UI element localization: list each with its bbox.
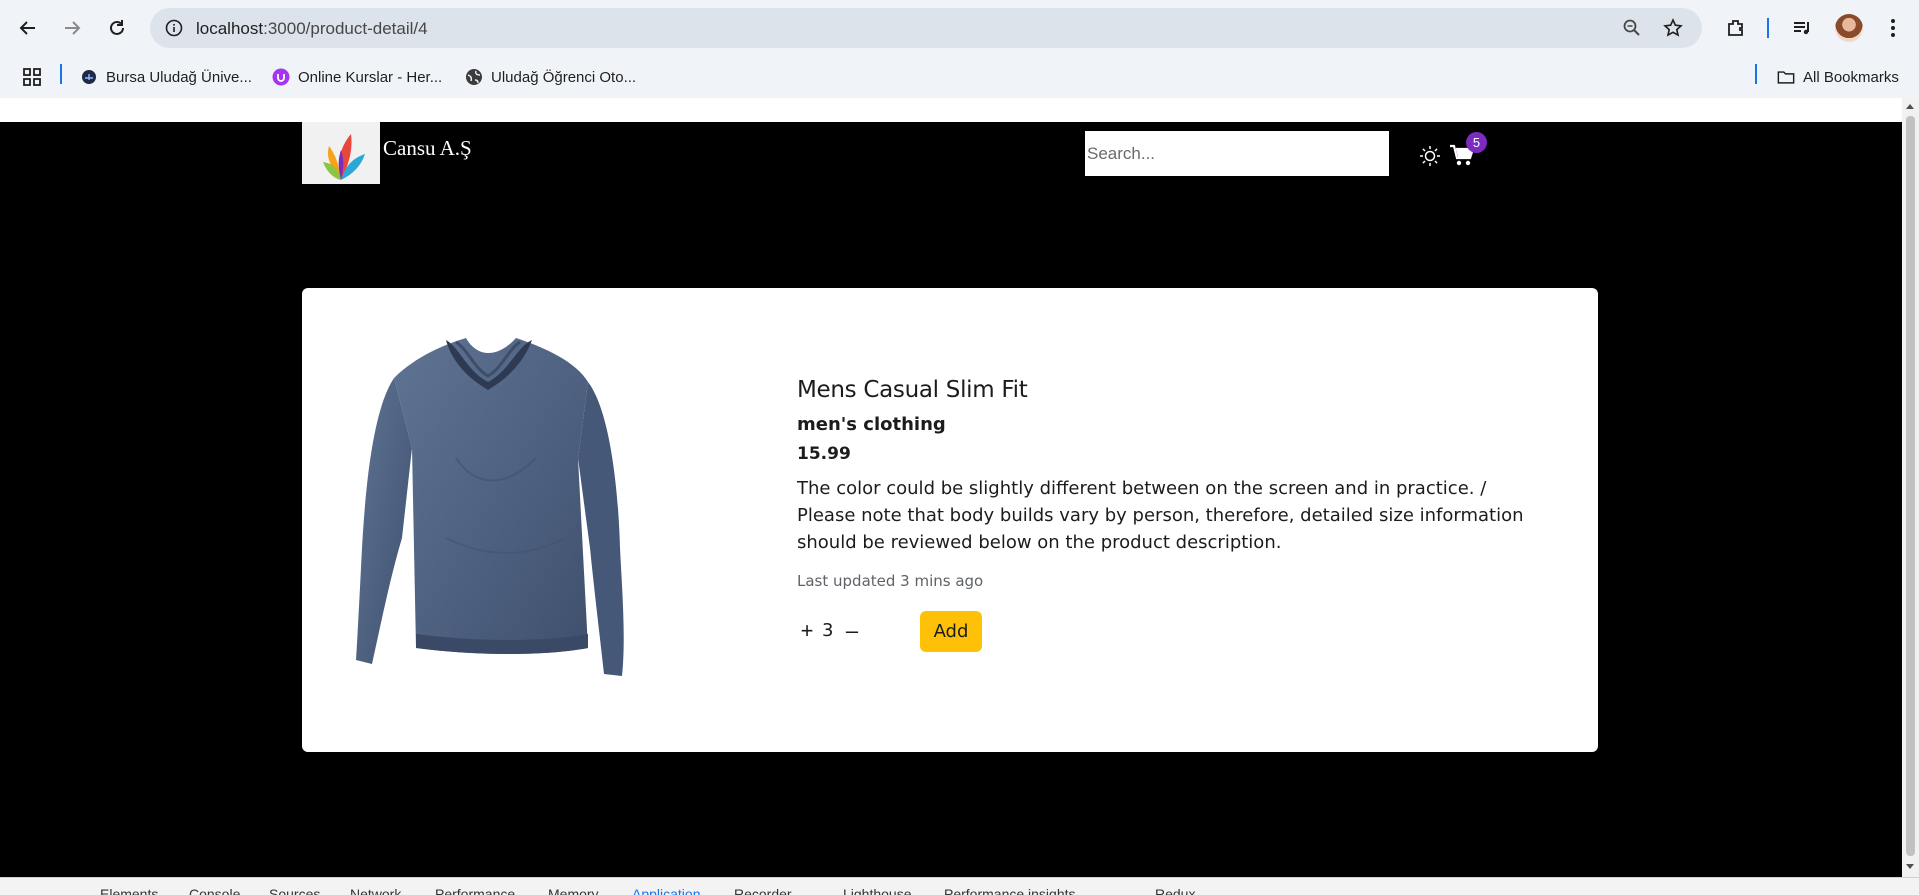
decrease-quantity-button[interactable]: – (842, 618, 862, 644)
back-arrow-icon[interactable] (12, 12, 44, 44)
bookmark-item[interactable]: Online Kurslar - Her... (272, 66, 442, 88)
devtools-tab[interactable]: Console (189, 886, 240, 895)
product-image (356, 338, 626, 676)
product-description: The color could be slightly different be… (797, 478, 1524, 553)
address-bar[interactable]: localhost:3000/product-detail/4 (150, 8, 1702, 48)
browser-toolbar: localhost:3000/product-detail/4 (0, 0, 1919, 56)
quantity-value: 3 (822, 620, 834, 641)
bookmark-star-icon[interactable] (1661, 16, 1685, 40)
zoom-icon[interactable] (1620, 16, 1644, 40)
extensions-icon[interactable] (1722, 14, 1750, 42)
bookmarks-bar: Bursa Uludağ Ünive... Online Kurslar - H… (0, 56, 1919, 98)
bookmark-item[interactable]: Bursa Uludağ Ünive... (80, 66, 252, 88)
bookmark-label: Online Kurslar - Her... (298, 68, 443, 86)
all-bookmarks-label: All Bookmarks (1803, 68, 1899, 86)
url-text: localhost:3000/product-detail/4 (196, 19, 428, 39)
bookmark-label: Uludağ Öğrenci Oto... (491, 68, 637, 86)
site-info-icon[interactable] (164, 18, 184, 38)
globe-dark-icon (80, 68, 98, 86)
udemy-icon (272, 68, 290, 86)
devtools-tab[interactable]: Elements (100, 886, 158, 895)
forward-arrow-icon[interactable] (56, 12, 88, 44)
devtools-tab[interactable]: Redux (1155, 886, 1195, 895)
devtools-tab[interactable]: Memory (548, 886, 599, 895)
scroll-thumb[interactable] (1906, 116, 1915, 856)
menu-kebab-icon[interactable] (1879, 14, 1907, 42)
folder-icon (1777, 68, 1795, 86)
devtools-tab-active[interactable]: Application (632, 886, 701, 895)
increase-quantity-button[interactable]: + (797, 618, 817, 644)
page-scrollbar[interactable] (1902, 98, 1919, 877)
devtools-tab[interactable]: Performance insights (944, 886, 1076, 895)
devtools-tab[interactable]: Recorder (734, 886, 792, 895)
all-bookmarks-button[interactable]: All Bookmarks (1777, 66, 1899, 88)
reload-icon[interactable] (101, 12, 133, 44)
scroll-up-arrow-icon[interactable] (1906, 104, 1914, 109)
url-path: :3000/product-detail/4 (263, 19, 428, 38)
product-category: men's clothing (797, 414, 946, 435)
site-logo[interactable] (302, 122, 380, 184)
last-updated-text: Last updated 3 mins ago (797, 572, 984, 590)
sun-theme-icon[interactable] (1418, 144, 1442, 168)
add-to-cart-button[interactable]: Add (920, 611, 982, 652)
bookmark-divider (1755, 64, 1757, 84)
url-host: localhost (196, 19, 264, 38)
devtools-panel: Elements Console Sources Network Perform… (0, 877, 1919, 895)
profile-avatar[interactable] (1835, 14, 1863, 42)
page-viewport: Cansu A.Ş 5 (0, 98, 1902, 877)
devtools-tab[interactable]: Lighthouse (843, 886, 912, 895)
globe-icon (465, 68, 483, 86)
bookmark-divider (60, 64, 62, 84)
brand-name[interactable]: Cansu A.Ş (383, 136, 472, 161)
cart-count-badge: 5 (1466, 132, 1487, 153)
product-card: Mens Casual Slim Fit men's clothing 15.9… (302, 288, 1598, 752)
bookmark-item[interactable]: Uludağ Öğrenci Oto... (465, 66, 636, 88)
devtools-tab[interactable]: Performance (435, 886, 515, 895)
search-input[interactable] (1085, 131, 1389, 176)
devtools-tab[interactable]: Sources (269, 886, 320, 895)
product-title: Mens Casual Slim Fit (797, 377, 1028, 403)
scroll-down-arrow-icon[interactable] (1906, 864, 1914, 869)
devtools-tab[interactable]: Network (350, 886, 401, 895)
apps-grid-icon[interactable] (22, 66, 42, 88)
toolbar-divider (1767, 18, 1769, 38)
site-body: Cansu A.Ş 5 (0, 122, 1902, 877)
product-price: 15.99 (797, 444, 851, 464)
bookmark-label: Bursa Uludağ Ünive... (106, 68, 252, 86)
media-control-icon[interactable] (1788, 14, 1816, 42)
